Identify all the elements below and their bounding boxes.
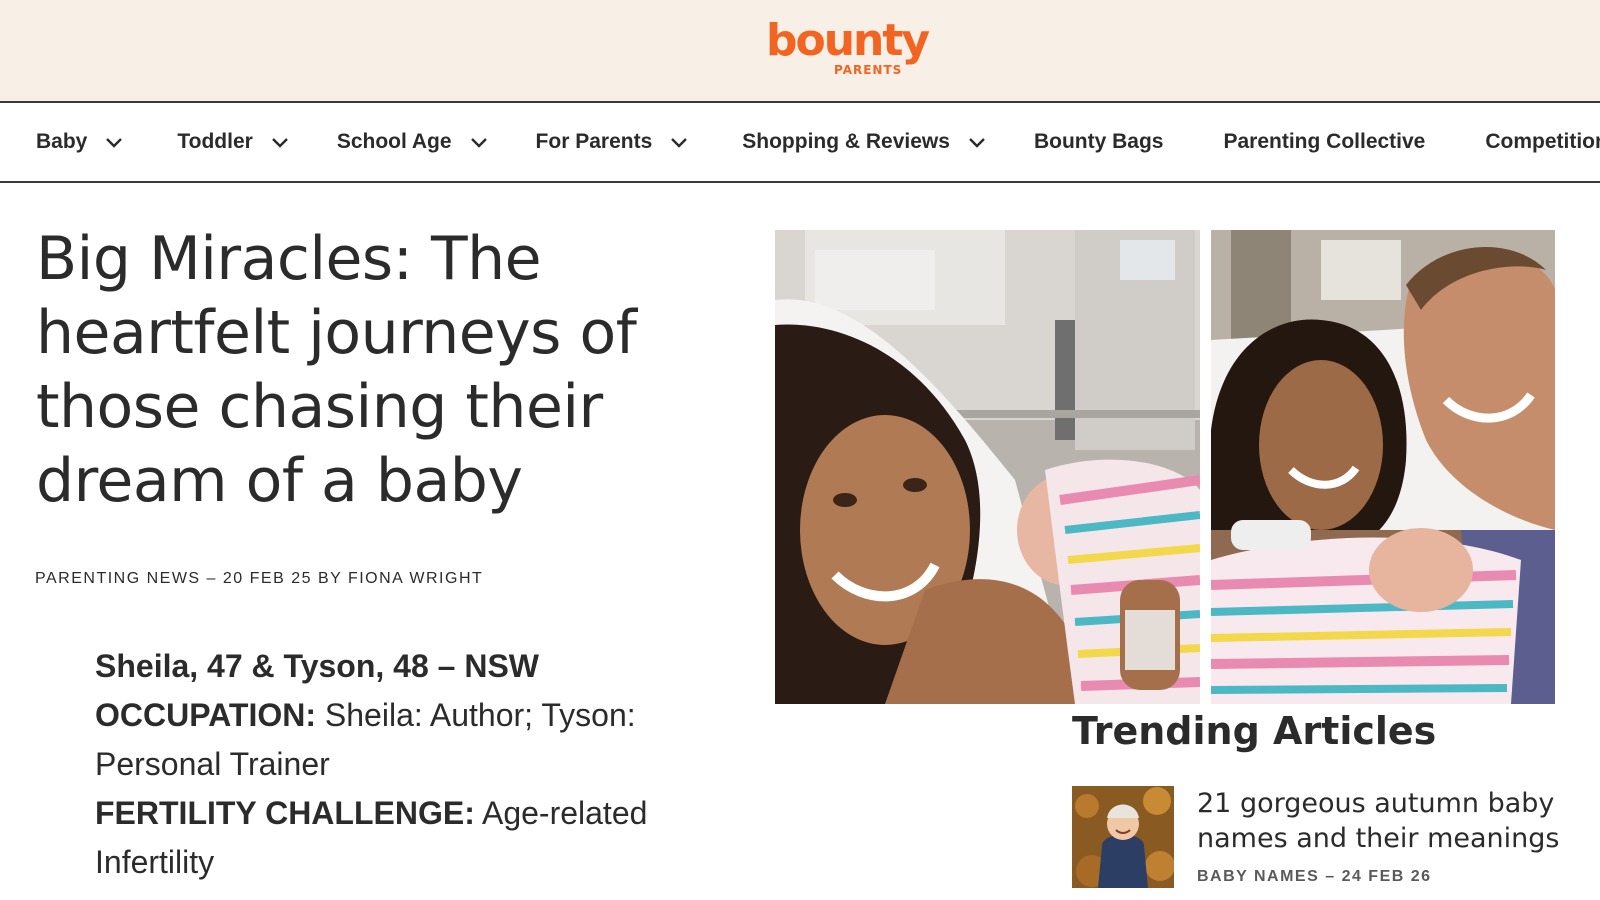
nav-item-label: Toddler — [177, 130, 253, 153]
site-header: bounty PARENTS — [0, 0, 1600, 103]
nav-item-label: Bounty Bags — [1033, 130, 1164, 153]
hero-photo-right — [1211, 230, 1555, 704]
article-meta: PARENTING NEWS – 20 FEB 25 BY FIONA WRIG… — [35, 570, 484, 587]
nav-item-baby[interactable]: Baby — [36, 130, 123, 154]
main-nav: Baby Toddler School Age For Parents Shop… — [0, 103, 1600, 183]
nav-item-label: School Age — [336, 130, 452, 153]
article-title: Big Miracles: The heartfelt journeys of … — [36, 224, 637, 516]
hero-image — [775, 230, 1555, 704]
trending-thumbnail[interactable] — [1072, 786, 1174, 888]
chevron-down-icon — [670, 133, 688, 151]
trending-title: Trending Articles — [1072, 709, 1437, 753]
profile-challenge: FERTILITY CHALLENGE: Age-related Inferti… — [95, 789, 715, 887]
occupation-label: OCCUPATION: — [95, 697, 317, 733]
article-profile: Sheila, 47 & Tyson, 48 – NSW OCCUPATION:… — [95, 642, 715, 887]
nav-item-toddler[interactable]: Toddler — [177, 130, 288, 154]
profile-heading: Sheila, 47 & Tyson, 48 – NSW — [95, 648, 539, 684]
nav-item-shopping-reviews[interactable]: Shopping & Reviews — [742, 130, 986, 154]
chevron-down-icon — [105, 133, 123, 151]
chevron-down-icon — [271, 133, 289, 151]
logo-wordmark: bounty — [766, 15, 930, 66]
challenge-label: FERTILITY CHALLENGE: — [95, 795, 475, 831]
logo-subtitle: PARENTS — [834, 63, 903, 77]
nav-item-label: Baby — [36, 130, 88, 153]
nav-item-school-age[interactable]: School Age — [337, 130, 488, 154]
nav-item-label: For Parents — [535, 130, 653, 153]
nav-item-for-parents[interactable]: For Parents — [536, 130, 689, 154]
nav-item-parenting-collective[interactable]: Parenting Collective — [1223, 130, 1425, 154]
nav-item-label: Parenting Collective — [1223, 130, 1426, 153]
bounty-logo[interactable]: bounty PARENTS — [766, 12, 936, 82]
nav-item-bounty-bags[interactable]: Bounty Bags — [1034, 130, 1164, 154]
nav-item-label: Competitions — [1485, 130, 1600, 153]
hero-photo-left — [775, 230, 1200, 704]
nav-item-competitions[interactable]: Competitions — [1485, 130, 1600, 154]
trending-item[interactable]: 21 gorgeous autumn baby names and their … — [1072, 786, 1572, 890]
profile-occupation: OCCUPATION: Sheila: Author; Tyson: Perso… — [95, 691, 715, 789]
chevron-down-icon — [470, 133, 488, 151]
trending-headline[interactable]: 21 gorgeous autumn baby names and their … — [1197, 786, 1577, 856]
nav-item-label: Shopping & Reviews — [742, 130, 950, 153]
trending-meta: BABY NAMES – 24 FEB 26 — [1197, 868, 1432, 885]
chevron-down-icon — [968, 133, 986, 151]
